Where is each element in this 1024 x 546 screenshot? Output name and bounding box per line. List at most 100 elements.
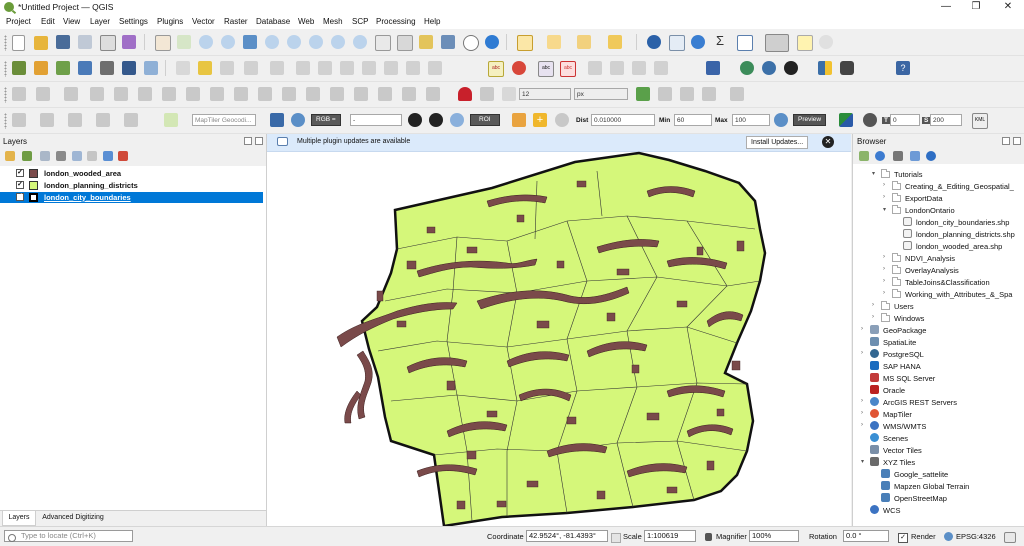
show-bookmarks-icon[interactable] <box>441 35 455 49</box>
classification-icon[interactable] <box>839 113 853 127</box>
s-input[interactable]: 200 <box>930 114 962 126</box>
reshape-features-icon[interactable] <box>258 87 272 101</box>
temporal-controller-icon[interactable] <box>463 35 479 51</box>
layer-symbol-swatch[interactable] <box>29 181 38 190</box>
copy-features-icon[interactable] <box>362 61 376 75</box>
redo-roi-plus-icon[interactable]: + <box>533 113 547 127</box>
zoom-out-icon[interactable] <box>221 35 235 49</box>
max-input[interactable]: 100 <box>732 114 770 126</box>
python-console-icon[interactable] <box>818 61 832 75</box>
create-roi-icon[interactable] <box>512 113 526 127</box>
zoom-last-icon[interactable] <box>331 35 345 49</box>
save-edits-icon[interactable] <box>220 61 234 75</box>
text-annotation-icon[interactable] <box>819 35 833 49</box>
messages-icon[interactable] <box>1004 532 1016 543</box>
lock-scale-icon[interactable] <box>705 533 712 541</box>
db-manager-icon[interactable] <box>706 61 720 75</box>
rotate-label-icon[interactable] <box>632 61 646 75</box>
layer-symbol-swatch[interactable] <box>29 193 38 202</box>
undo-icon[interactable] <box>406 61 420 75</box>
move-label-icon[interactable] <box>610 61 624 75</box>
snapping-unit-select[interactable]: px <box>574 88 628 100</box>
show-roi-icon[interactable] <box>450 113 464 127</box>
zoom-native-icon[interactable] <box>309 35 323 49</box>
merge-attributes-icon[interactable] <box>378 87 392 101</box>
vertex-tool-icon[interactable] <box>270 61 284 75</box>
add-vector-layer-icon[interactable] <box>56 61 70 75</box>
redo-icon[interactable] <box>428 61 442 75</box>
zoom-selection-icon[interactable] <box>265 35 279 49</box>
min-input[interactable]: 60 <box>674 114 712 126</box>
browser-item[interactable]: › MapTiler <box>853 408 1024 420</box>
layer-visibility-checkbox[interactable]: ✓ <box>16 169 24 177</box>
collapse-all-icon[interactable] <box>103 151 113 161</box>
save-project-icon[interactable] <box>56 35 70 49</box>
remove-layer-icon[interactable] <box>118 151 128 161</box>
expand-arrow-icon[interactable]: › <box>883 182 885 188</box>
menu-view[interactable]: View <box>63 17 80 26</box>
toolbar-grip-icon[interactable] <box>4 35 7 51</box>
tab-layers[interactable]: Layers <box>2 511 36 526</box>
attribute-table-icon[interactable] <box>669 35 685 51</box>
layer-symbol-swatch[interactable] <box>29 169 38 178</box>
snap-intersections-icon[interactable] <box>658 87 672 101</box>
browser-item[interactable]: ▾ XYZ Tiles <box>853 456 1024 468</box>
menu-settings[interactable]: Settings <box>119 17 148 26</box>
zoom-layer-icon[interactable] <box>287 35 301 49</box>
menu-web[interactable]: Web <box>298 17 314 26</box>
roi-loading-icon[interactable] <box>555 113 569 127</box>
close-panel-icon[interactable] <box>255 137 263 145</box>
browser-item[interactable]: Google_sattelite <box>853 468 1024 480</box>
browser-item[interactable]: SpatiaLite <box>853 336 1024 348</box>
float-panel-icon[interactable] <box>244 137 252 145</box>
style-manager-icon[interactable] <box>122 35 136 49</box>
select-by-value-icon[interactable] <box>547 35 561 49</box>
select-by-location-icon[interactable] <box>608 35 622 49</box>
browser-item[interactable]: london_wooded_area.shp <box>853 240 1024 252</box>
binoculars-icon[interactable] <box>840 61 854 75</box>
snap-self-icon[interactable] <box>680 87 694 101</box>
geocoder-plugin-icon[interactable] <box>164 113 178 127</box>
data-source-manager-icon[interactable] <box>12 61 26 75</box>
show-hide-labels-icon[interactable] <box>588 61 602 75</box>
browser-item[interactable]: › Windows <box>853 312 1024 324</box>
expand-arrow-icon[interactable]: › <box>861 410 863 416</box>
snapping-mode-icon[interactable] <box>480 87 494 101</box>
add-layers-icon[interactable] <box>859 151 869 161</box>
snapping-type-icon[interactable] <box>502 87 516 101</box>
close-notification-icon[interactable]: ✕ <box>822 136 834 148</box>
browser-item[interactable]: london_planning_districts.shp <box>853 228 1024 240</box>
maptiler-geocoder-input[interactable]: MapTiler Geocodi... <box>192 114 256 126</box>
form-annotation-icon[interactable] <box>124 113 138 127</box>
delete-part-icon[interactable] <box>234 87 248 101</box>
browser-item[interactable]: › Working_with_Attributes_&_Spa <box>853 288 1024 300</box>
open-project-icon[interactable] <box>34 36 48 50</box>
render-checkbox[interactable]: ✓ <box>898 533 908 543</box>
trim-extend-icon[interactable] <box>426 87 440 101</box>
toolbar-grip-icon[interactable] <box>4 113 7 129</box>
browser-item[interactable]: › Creating_&_Editing_Geospatial_ <box>853 180 1024 192</box>
browser-item[interactable]: › WMS/WMTS <box>853 420 1024 432</box>
pin-label-icon[interactable]: abc <box>560 61 576 77</box>
pan-hand-icon[interactable] <box>155 35 171 51</box>
expand-arrow-icon[interactable]: › <box>861 326 863 332</box>
menu-scp[interactable]: SCP <box>352 17 368 26</box>
zoom-full-icon[interactable] <box>243 35 257 49</box>
scp-zoom-icon[interactable] <box>291 113 305 127</box>
layer-row-selected[interactable]: ✓ london_city_boundaries <box>0 192 263 203</box>
browser-item[interactable]: OpenStreetMap <box>853 492 1024 504</box>
float-panel-icon[interactable] <box>1002 137 1010 145</box>
help-contents-icon[interactable]: ? <box>896 61 910 75</box>
metasearch-icon[interactable] <box>762 61 776 75</box>
browser-item[interactable]: › NDVI_Analysis <box>853 252 1024 264</box>
layer-visibility-checkbox[interactable]: ✓ <box>16 193 24 201</box>
toggle-extents-icon[interactable] <box>611 533 621 543</box>
new-project-icon[interactable] <box>12 35 25 51</box>
scale-field[interactable]: 1:100619 <box>644 530 696 542</box>
crs-label[interactable]: EPSG:4326 <box>956 532 996 541</box>
refresh-icon[interactable] <box>485 35 499 49</box>
print-layout-icon[interactable] <box>100 35 116 51</box>
browser-item[interactable]: Mapzen Global Terrain <box>853 480 1024 492</box>
simplify-feature-icon[interactable] <box>114 87 128 101</box>
expand-arrow-icon[interactable]: › <box>883 194 885 200</box>
